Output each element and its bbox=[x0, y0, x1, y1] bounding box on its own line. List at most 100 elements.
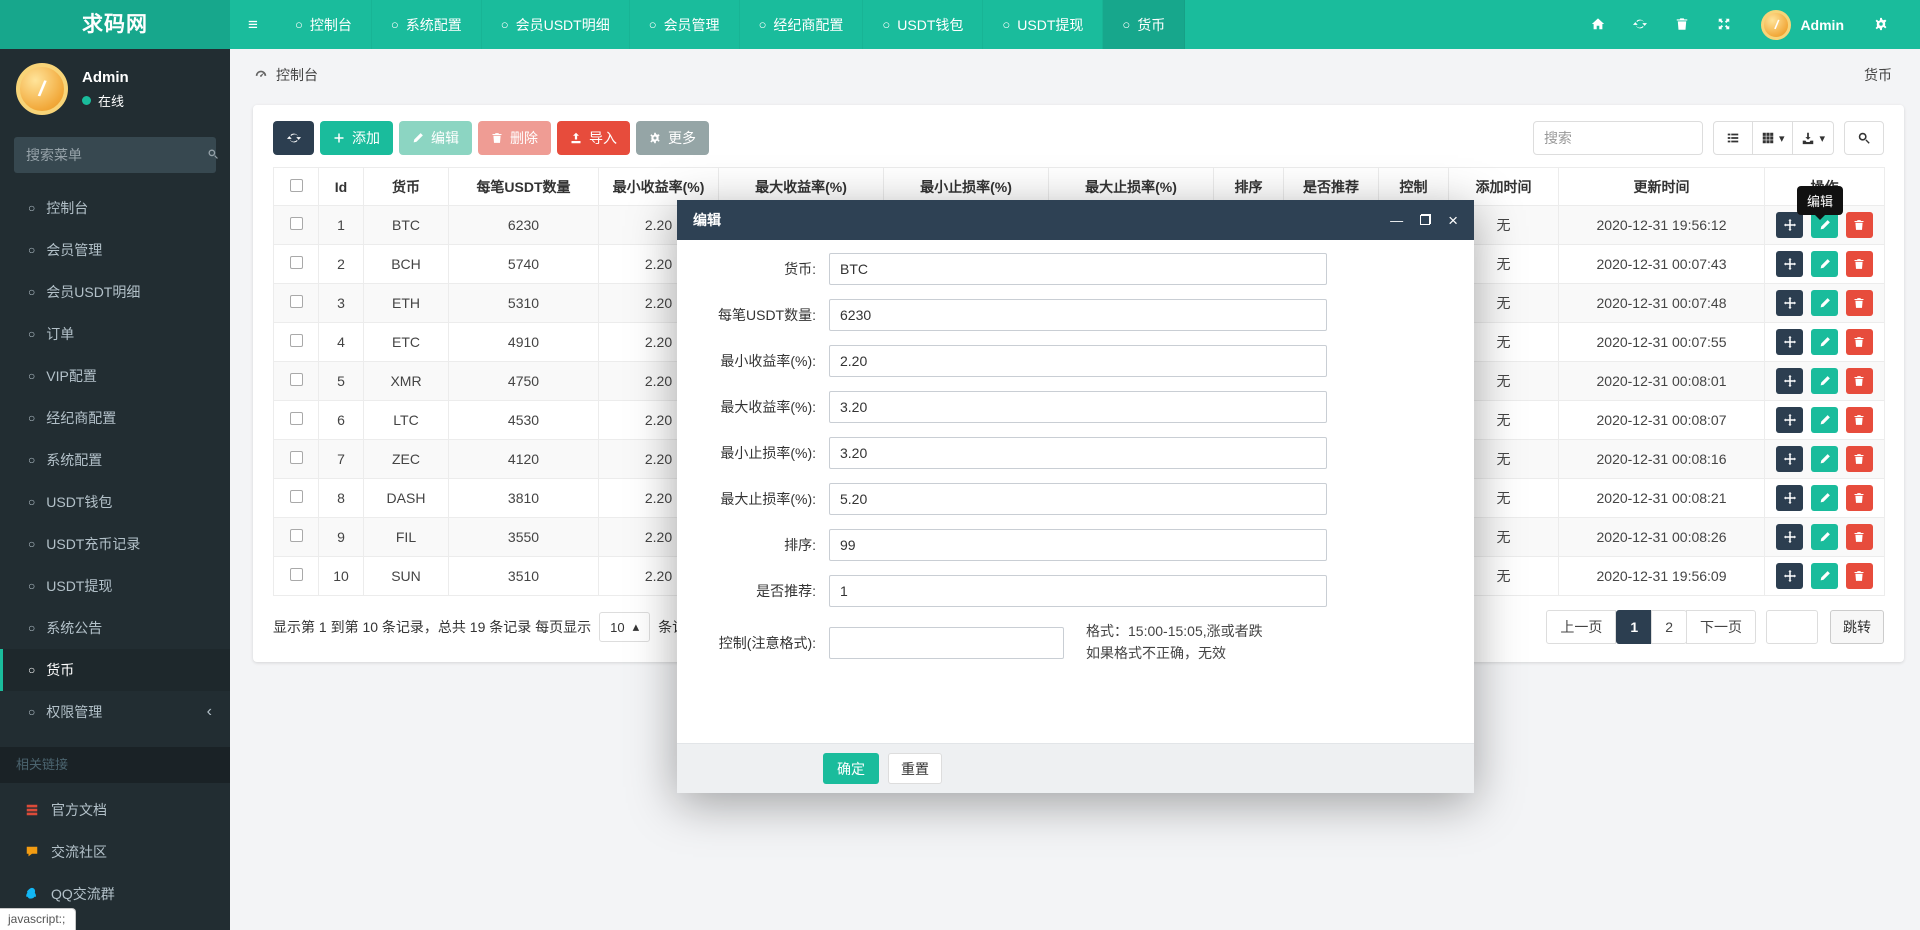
sidebar-item-货币[interactable]: ○货币 bbox=[0, 649, 230, 691]
row-delete-button[interactable] bbox=[1846, 329, 1873, 355]
row-checkbox[interactable] bbox=[290, 451, 303, 464]
tab-系统配置[interactable]: ○系统配置 bbox=[372, 0, 482, 49]
add-button[interactable]: 添加 bbox=[320, 121, 393, 155]
refresh-button[interactable] bbox=[273, 121, 314, 155]
row-delete-button[interactable] bbox=[1846, 290, 1873, 316]
row-delete-button[interactable] bbox=[1846, 212, 1873, 238]
search-button[interactable] bbox=[1844, 121, 1884, 155]
row-delete-button[interactable] bbox=[1846, 446, 1873, 472]
sidebar-search-input[interactable] bbox=[26, 147, 207, 163]
columns-button[interactable]: ▾ bbox=[1753, 121, 1794, 155]
tab-会员USDT明细[interactable]: ○会员USDT明细 bbox=[482, 0, 630, 49]
row-checkbox[interactable] bbox=[290, 334, 303, 347]
field-input[interactable] bbox=[829, 437, 1327, 469]
row-checkbox[interactable] bbox=[290, 412, 303, 425]
row-edit-button[interactable] bbox=[1811, 524, 1838, 550]
page-button-1[interactable]: 1 bbox=[1616, 610, 1652, 644]
search-icon[interactable] bbox=[207, 146, 219, 164]
import-button[interactable]: 导入 bbox=[557, 121, 630, 155]
dialog-header[interactable]: 编辑 — × bbox=[677, 200, 1474, 240]
column-header-更新时间[interactable]: 更新时间 bbox=[1559, 168, 1765, 206]
field-input[interactable] bbox=[829, 345, 1327, 377]
row-move-button[interactable] bbox=[1776, 329, 1803, 355]
more-button[interactable]: 更多 bbox=[636, 121, 709, 155]
field-input[interactable] bbox=[829, 253, 1327, 285]
field-input[interactable] bbox=[829, 483, 1327, 515]
delete-button[interactable]: 删除 bbox=[478, 121, 551, 155]
tab-会员管理[interactable]: ○会员管理 bbox=[630, 0, 740, 49]
row-move-button[interactable] bbox=[1776, 212, 1803, 238]
row-move-button[interactable] bbox=[1776, 446, 1803, 472]
row-checkbox[interactable] bbox=[290, 295, 303, 308]
row-delete-button[interactable] bbox=[1846, 368, 1873, 394]
row-checkbox[interactable] bbox=[290, 568, 303, 581]
settings-gears-icon[interactable] bbox=[1860, 16, 1902, 34]
row-edit-button[interactable] bbox=[1811, 251, 1838, 277]
row-edit-button[interactable] bbox=[1811, 329, 1838, 355]
sidebar-item-系统配置[interactable]: ○系统配置 bbox=[0, 439, 230, 481]
column-header-Id[interactable]: Id bbox=[319, 168, 364, 206]
table-search-input[interactable] bbox=[1533, 121, 1703, 155]
jump-page-input[interactable] bbox=[1766, 610, 1818, 644]
tab-控制台[interactable]: ○控制台 bbox=[276, 0, 372, 49]
select-all-checkbox[interactable] bbox=[290, 179, 303, 192]
edit-button[interactable]: 编辑 bbox=[399, 121, 472, 155]
sidebar-link-交流社区[interactable]: 交流社区 bbox=[0, 831, 230, 873]
row-checkbox[interactable] bbox=[290, 373, 303, 386]
export-button[interactable]: ▾ bbox=[1793, 121, 1834, 155]
sidebar-item-会员USDT明细[interactable]: ○会员USDT明细 bbox=[0, 271, 230, 313]
row-delete-button[interactable] bbox=[1846, 251, 1873, 277]
row-move-button[interactable] bbox=[1776, 368, 1803, 394]
row-move-button[interactable] bbox=[1776, 524, 1803, 550]
sidebar-item-USDT钱包[interactable]: ○USDT钱包 bbox=[0, 481, 230, 523]
field-input[interactable] bbox=[829, 299, 1327, 331]
sidebar-item-经纪商配置[interactable]: ○经纪商配置 bbox=[0, 397, 230, 439]
row-edit-button[interactable] bbox=[1811, 446, 1838, 472]
tab-经纪商配置[interactable]: ○经纪商配置 bbox=[740, 0, 864, 49]
row-delete-button[interactable] bbox=[1846, 407, 1873, 433]
row-move-button[interactable] bbox=[1776, 563, 1803, 589]
row-move-button[interactable] bbox=[1776, 407, 1803, 433]
sidebar-item-控制台[interactable]: ○控制台 bbox=[0, 187, 230, 229]
fullscreen-icon[interactable] bbox=[1703, 16, 1745, 34]
sidebar-item-权限管理[interactable]: ○权限管理‹ bbox=[0, 691, 230, 733]
row-edit-button[interactable] bbox=[1811, 290, 1838, 316]
row-edit-button[interactable] bbox=[1811, 407, 1838, 433]
row-checkbox[interactable] bbox=[290, 256, 303, 269]
row-delete-button[interactable] bbox=[1846, 524, 1873, 550]
tab-USDT钱包[interactable]: ○USDT钱包 bbox=[863, 0, 983, 49]
control-format-input[interactable] bbox=[829, 627, 1064, 659]
row-edit-button[interactable] bbox=[1811, 368, 1838, 394]
sidebar-item-VIP配置[interactable]: ○VIP配置 bbox=[0, 355, 230, 397]
column-header-货币[interactable]: 货币 bbox=[364, 168, 449, 206]
row-move-button[interactable] bbox=[1776, 290, 1803, 316]
sidebar-item-订单[interactable]: ○订单 bbox=[0, 313, 230, 355]
row-edit-button[interactable] bbox=[1811, 563, 1838, 589]
field-input[interactable] bbox=[829, 575, 1327, 607]
page-button-2[interactable]: 2 bbox=[1651, 610, 1687, 644]
jump-button[interactable]: 跳转 bbox=[1830, 610, 1884, 644]
sidebar-toggle-icon[interactable]: ≡ bbox=[230, 0, 276, 49]
detail-view-button[interactable] bbox=[1713, 121, 1753, 155]
tab-USDT提现[interactable]: ○USDT提现 bbox=[983, 0, 1103, 49]
close-icon[interactable]: × bbox=[1448, 212, 1458, 229]
home-icon[interactable] bbox=[1577, 16, 1619, 34]
minimize-icon[interactable]: — bbox=[1390, 214, 1403, 227]
row-move-button[interactable] bbox=[1776, 485, 1803, 511]
next-page-button[interactable]: 下一页 bbox=[1686, 610, 1756, 644]
tab-货币[interactable]: ○货币 bbox=[1103, 0, 1185, 49]
row-checkbox[interactable] bbox=[290, 529, 303, 542]
brand-logo[interactable]: 求码网 bbox=[0, 0, 230, 49]
field-input[interactable] bbox=[829, 391, 1327, 423]
sidebar-link-官方文档[interactable]: 官方文档 bbox=[0, 789, 230, 831]
sidebar-item-USDT提现[interactable]: ○USDT提现 bbox=[0, 565, 230, 607]
row-edit-button[interactable] bbox=[1811, 485, 1838, 511]
row-checkbox[interactable] bbox=[290, 217, 303, 230]
column-header-每笔USDT数量[interactable]: 每笔USDT数量 bbox=[449, 168, 599, 206]
reset-button[interactable]: 重置 bbox=[888, 753, 942, 784]
row-move-button[interactable] bbox=[1776, 251, 1803, 277]
page-size-select[interactable]: 10▴ bbox=[599, 612, 650, 642]
field-input[interactable] bbox=[829, 529, 1327, 561]
user-menu[interactable]: / Admin bbox=[1745, 10, 1860, 40]
row-delete-button[interactable] bbox=[1846, 563, 1873, 589]
